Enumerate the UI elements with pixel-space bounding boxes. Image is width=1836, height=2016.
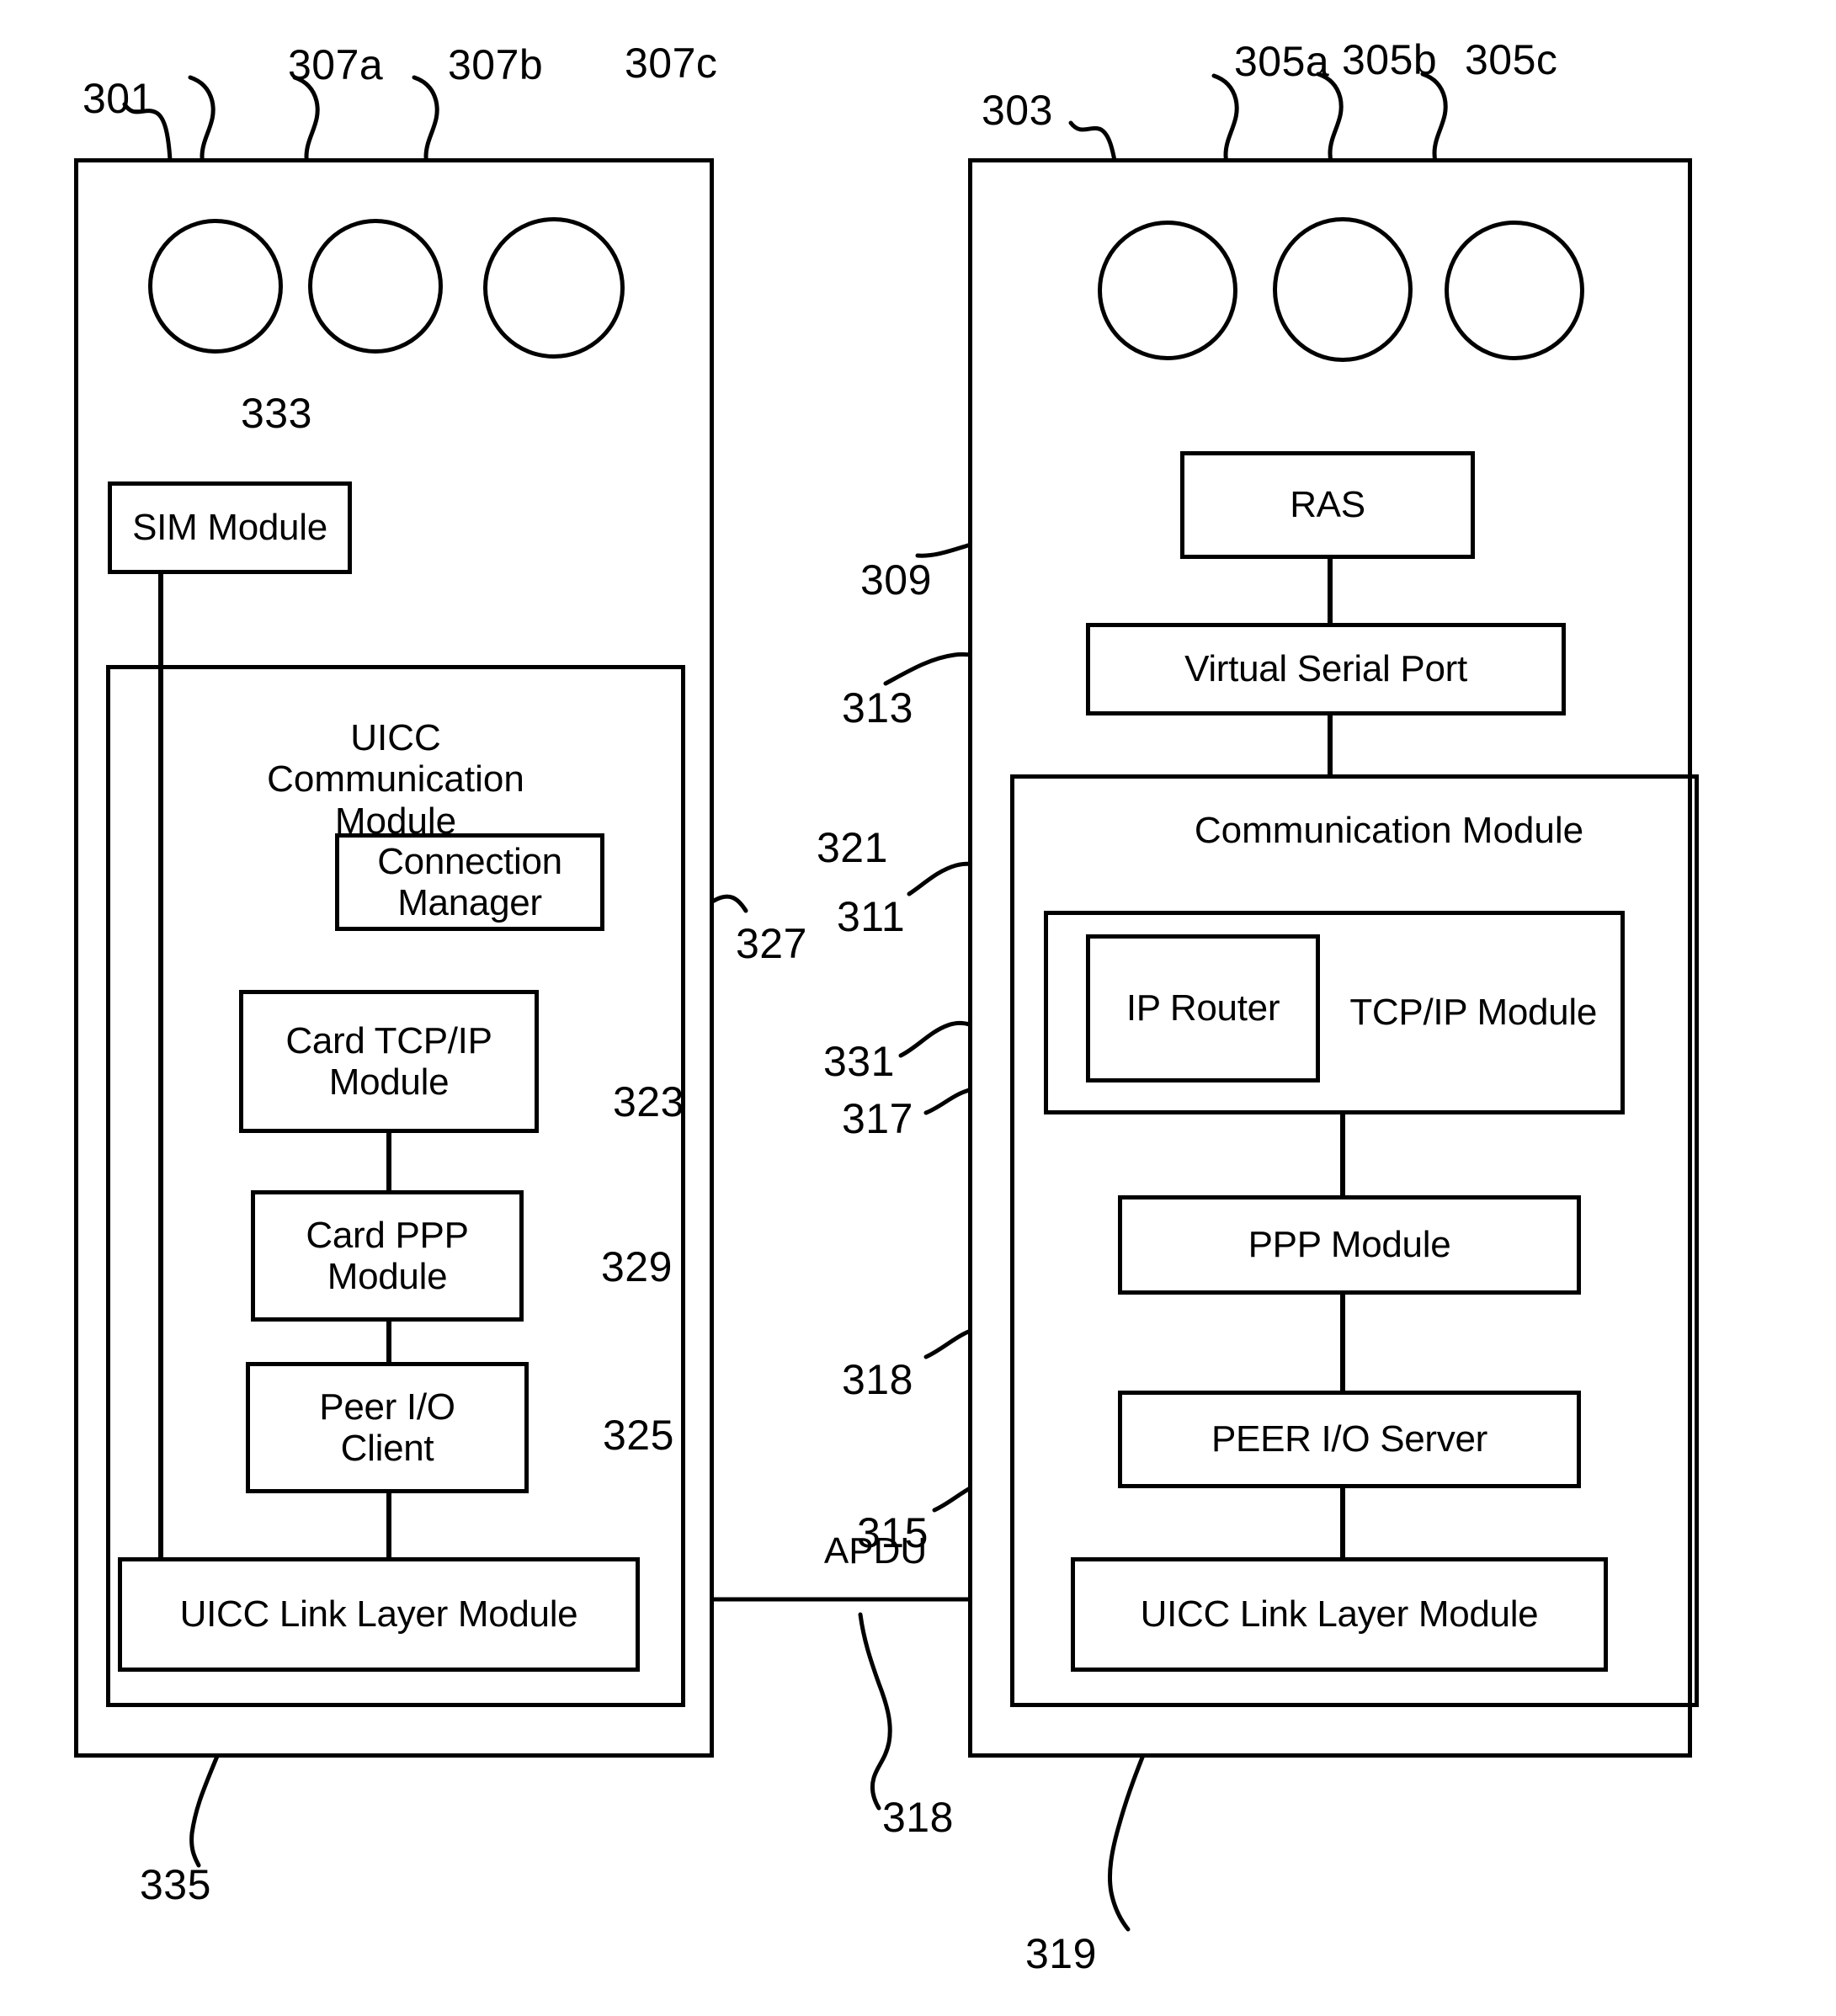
antenna-circle-305b xyxy=(1273,217,1413,362)
ref-315: 315 xyxy=(857,1509,929,1556)
ref-305a: 305a xyxy=(1234,38,1330,85)
ref-323: 323 xyxy=(613,1078,684,1125)
ref-318-ppp: 318 xyxy=(842,1356,913,1403)
virtual-serial-port-box: Virtual Serial Port xyxy=(1086,623,1566,715)
ref-333: 333 xyxy=(241,390,312,437)
ref-327: 327 xyxy=(736,920,807,967)
ref-303: 303 xyxy=(982,87,1053,134)
uicc-link-layer-module-right-label: UICC Link Layer Module xyxy=(1140,1593,1539,1636)
ref-301: 301 xyxy=(82,75,154,122)
ref-321: 321 xyxy=(817,824,888,871)
leader-318-apdu xyxy=(858,1612,892,1811)
peer-io-server-label: PEER I/O Server xyxy=(1211,1418,1488,1460)
vsp-to-commmodule-connector xyxy=(1328,715,1333,778)
ref-307c: 307c xyxy=(625,40,718,87)
card-ppp-module-label: Card PPP Module xyxy=(306,1214,469,1297)
ras-label: RAS xyxy=(1290,484,1365,526)
ref-309: 309 xyxy=(860,556,932,604)
tcpip-module-label: TCP/IP Module xyxy=(1349,992,1597,1034)
ref-317: 317 xyxy=(842,1095,913,1142)
ref-318-apdu: 318 xyxy=(882,1794,954,1841)
ref-305b: 305b xyxy=(1342,36,1438,83)
ref-311: 311 xyxy=(837,893,906,940)
ref-305c: 305c xyxy=(1465,36,1558,83)
connection-manager-box: Connection Manager xyxy=(335,833,604,931)
ref-329: 329 xyxy=(601,1243,673,1290)
tcpip-to-pppmodule-connector xyxy=(1340,1114,1345,1195)
ppp-to-peerioserver-connector xyxy=(1340,1295,1345,1391)
ref-313: 313 xyxy=(842,684,913,731)
virtual-serial-port-label: Virtual Serial Port xyxy=(1184,648,1467,690)
card-ppp-module-box: Card PPP Module xyxy=(251,1190,524,1322)
antenna-circle-305c xyxy=(1445,221,1584,360)
ref-319: 319 xyxy=(1025,1930,1097,1977)
peer-io-client-box: Peer I/O Client xyxy=(246,1362,529,1493)
ref-325: 325 xyxy=(603,1412,674,1459)
uicc-link-layer-module-right-box: UICC Link Layer Module xyxy=(1071,1557,1608,1672)
connection-manager-label: Connection Manager xyxy=(377,840,562,923)
antenna-circle-307a xyxy=(148,219,283,354)
peerioserver-to-linklayer-connector xyxy=(1340,1488,1345,1559)
ppp-module-label: PPP Module xyxy=(1248,1224,1451,1266)
uicc-link-layer-module-left-label: UICC Link Layer Module xyxy=(179,1593,578,1636)
card-tcpip-module-label: Card TCP/IP Module xyxy=(285,1019,492,1103)
ip-router-box: IP Router xyxy=(1086,934,1320,1082)
peer-io-client-label: Peer I/O Client xyxy=(319,1386,455,1469)
ip-router-label: IP Router xyxy=(1126,987,1280,1029)
ref-335: 335 xyxy=(140,1861,211,1908)
card-tcpip-module-box: Card TCP/IP Module xyxy=(239,990,539,1133)
sim-module-box: SIM Module xyxy=(108,481,352,574)
ppp-module-box: PPP Module xyxy=(1118,1195,1581,1295)
ppp-to-peerio-connector xyxy=(386,1322,391,1362)
uicc-communication-module-label: UICC Communication Module xyxy=(267,717,524,842)
communication-module-label: Communication Module xyxy=(1194,810,1584,851)
ref-307b: 307b xyxy=(448,41,544,88)
uicc-link-layer-module-left-box: UICC Link Layer Module xyxy=(118,1557,640,1672)
peerio-to-linklayer-connector xyxy=(386,1493,391,1557)
tcpip-to-ppp-connector xyxy=(386,1133,391,1190)
antenna-circle-307b xyxy=(308,219,443,354)
antenna-circle-307c xyxy=(483,217,625,359)
patent-figure: 301 307a 307b 307c SIM Module 333 UICC C… xyxy=(0,0,1836,2016)
antenna-circle-305a xyxy=(1098,221,1237,360)
ref-307a: 307a xyxy=(288,41,384,88)
peer-io-server-box: PEER I/O Server xyxy=(1118,1391,1581,1488)
ref-331: 331 xyxy=(823,1038,895,1085)
ras-box: RAS xyxy=(1180,451,1475,559)
sim-module-label: SIM Module xyxy=(132,507,327,549)
ras-to-vsp-connector xyxy=(1328,559,1333,623)
